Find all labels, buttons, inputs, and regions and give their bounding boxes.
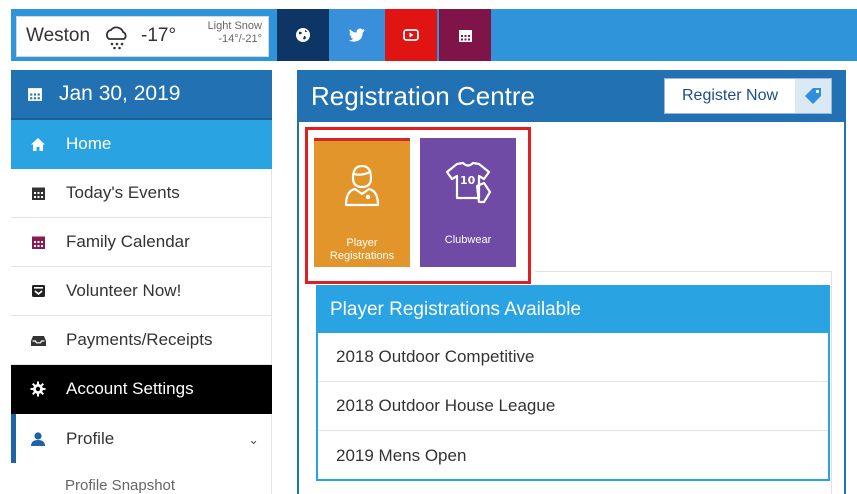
registration-row[interactable]: 2018 Outdoor House League [318, 382, 828, 431]
sidebar-subitem-label: Profile Snapshot [65, 476, 176, 494]
tag-icon [795, 79, 831, 113]
panel-header: Registration Centre Register Now [299, 72, 844, 122]
registration-row-label: 2019 Mens Open [336, 445, 467, 465]
calendar-icon [29, 233, 47, 251]
calendar-icon [458, 29, 472, 42]
weather-condition-text: Light Snow [207, 20, 262, 32]
sidebar-item-label: Family Calendar [66, 232, 190, 251]
sidebar-item-label: Account Settings [66, 379, 194, 398]
sidebar-item-label: Profile [66, 428, 115, 448]
gear-icon [29, 380, 47, 398]
register-now-button[interactable]: Register Now [664, 78, 832, 114]
current-date: Jan 30, 2019 [59, 82, 181, 105]
weather-condition: Light Snow -14°/-21° [208, 20, 262, 46]
sidebar-item-label: Today's Events [66, 183, 180, 202]
tiles-highlight-frame: Player Registrations 10 Clubwear [305, 127, 531, 284]
twitter-button[interactable] [331, 9, 383, 61]
jersey-icon: 10 [420, 160, 516, 206]
sidebar-item-profile[interactable]: Profile ⌄ [11, 414, 272, 463]
tray-icon [29, 331, 47, 349]
calendar-icon [28, 88, 42, 101]
registration-row[interactable]: 2018 Outdoor Competitive [318, 333, 828, 382]
calendar-icon [29, 184, 47, 202]
sidebar-item-label: Home [66, 134, 112, 153]
sidebar-item-label: Volunteer Now! [66, 281, 182, 300]
sidebar: Jan 30, 2019 Home Today's Events Family … [11, 70, 272, 494]
registration-panel: Registration Centre Register Now Player [297, 70, 846, 494]
chevron-down-icon[interactable]: ⌄ [248, 432, 259, 448]
tile-clubwear[interactable]: 10 Clubwear [420, 138, 516, 267]
globe-button[interactable] [277, 9, 329, 61]
sidebar-date-header: Jan 30, 2019 [11, 70, 272, 120]
svg-text:10: 10 [460, 174, 476, 187]
available-registrations: Player Registrations Available 2018 Outd… [316, 285, 830, 481]
sidebar-subitem-profile-snapshot[interactable]: Profile Snapshot [11, 463, 272, 494]
globe-icon [296, 28, 310, 42]
divider [831, 271, 832, 494]
divider [535, 271, 831, 272]
inbox-icon [29, 282, 47, 300]
weather-temperature: -17° [141, 25, 177, 46]
tile-label: Clubwear [444, 234, 492, 246]
youtube-button[interactable] [385, 9, 437, 61]
available-registrations-heading: Player Registrations Available [318, 287, 828, 333]
user-icon [29, 430, 47, 448]
weather-range: -14°/-21° [218, 33, 262, 45]
twitter-icon [349, 28, 365, 42]
sidebar-item-family-calendar[interactable]: Family Calendar [11, 218, 272, 267]
sidebar-item-account-settings[interactable]: Account Settings [11, 365, 272, 414]
tile-label: Player Registrations [329, 237, 395, 262]
page-title: Registration Centre [311, 81, 535, 111]
home-icon [29, 135, 47, 153]
tile-player-registrations[interactable]: Player Registrations [314, 138, 410, 267]
register-now-label: Register Now [681, 87, 779, 104]
calendar-button[interactable] [439, 9, 491, 61]
youtube-icon [403, 29, 419, 41]
sidebar-item-home[interactable]: Home [11, 120, 272, 169]
sidebar-item-volunteer-now[interactable]: Volunteer Now! [11, 267, 272, 316]
sidebar-item-label: Payments/Receipts [66, 330, 213, 349]
registration-row-label: 2018 Outdoor Competitive [336, 347, 535, 366]
sidebar-item-payments-receipts[interactable]: Payments/Receipts [11, 316, 272, 365]
snow-cloud-icon [106, 26, 127, 50]
registration-row-label: 2018 Outdoor House League [336, 396, 556, 415]
player-icon [314, 163, 410, 207]
weather-widget: Weston -17° Light Snow -14°/-21° [16, 16, 269, 57]
sidebar-item-todays-events[interactable]: Today's Events [11, 169, 272, 218]
registration-row[interactable]: 2019 Mens Open [318, 431, 828, 480]
weather-city: Weston [26, 25, 91, 46]
